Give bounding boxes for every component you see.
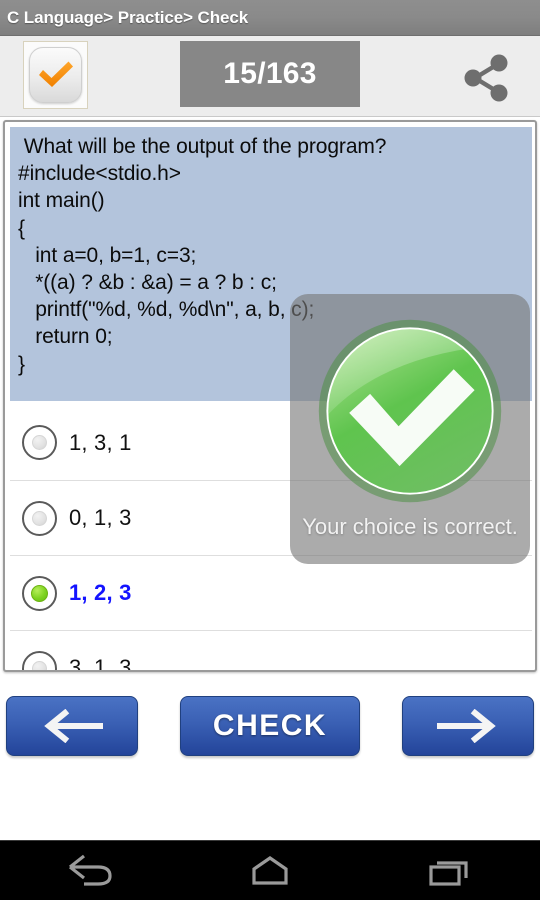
previous-question-button[interactable] — [6, 696, 138, 756]
green-check-circle-icon — [318, 319, 502, 503]
app-icon-button[interactable] — [23, 41, 88, 109]
answer-option-label: 0, 1, 3 — [69, 505, 132, 530]
check-button-label: CHECK — [212, 709, 328, 742]
arrow-left-icon — [44, 709, 103, 743]
counter-text: 15/163 — [223, 57, 317, 90]
answer-option-label: 1, 2, 3 — [69, 580, 132, 605]
radio-dot-icon — [32, 435, 47, 450]
question-counter: 15/163 — [180, 41, 360, 107]
radio-button-2[interactable] — [22, 575, 57, 611]
code-line: { — [18, 216, 25, 240]
nav-recents-button[interactable] — [360, 841, 540, 900]
share-button[interactable] — [450, 50, 522, 106]
action-bar: 15/163 — [0, 36, 540, 117]
recents-icon — [429, 860, 468, 886]
answer-option-label: 3, 1, 3 — [69, 655, 132, 672]
radio-button-3[interactable] — [22, 650, 57, 670]
home-icon — [252, 855, 288, 885]
share-icon — [464, 54, 508, 102]
arrow-right-icon — [437, 709, 496, 743]
radio-dot-icon — [31, 584, 48, 602]
check-answer-button[interactable]: CHECK — [180, 696, 360, 756]
back-icon — [69, 854, 112, 886]
orange-check-icon — [29, 47, 82, 103]
radio-dot-icon — [32, 660, 47, 670]
code-line: int main() — [18, 189, 105, 213]
app-screen: C Language> Practice> Check 15/163 What … — [0, 0, 540, 900]
next-question-button[interactable] — [402, 696, 534, 756]
nav-back-button[interactable] — [0, 841, 180, 900]
radio-dot-icon — [32, 510, 47, 526]
nav-home-button[interactable] — [180, 841, 360, 900]
code-line: int a=0, b=1, c=3; — [18, 243, 197, 267]
android-nav-bar — [0, 840, 540, 900]
title-bar: C Language> Practice> Check — [0, 0, 540, 36]
answer-option-label: 1, 3, 1 — [69, 429, 132, 455]
question-prompt: What will be the output of the program? — [18, 135, 387, 158]
toast-message: Your choice is correct. — [302, 514, 518, 539]
navigation-button-bar: CHECK — [0, 696, 540, 760]
code-line: #include<stdio.h> — [18, 162, 181, 186]
answer-option-2[interactable]: 1, 2, 3 — [10, 555, 532, 630]
radio-button-0[interactable] — [22, 425, 57, 460]
radio-button-1[interactable] — [22, 500, 57, 536]
breadcrumb: C Language> Practice> Check — [7, 7, 249, 27]
code-line: *((a) ? &b : &a) = a ? b : c; — [18, 271, 277, 295]
answer-option-3[interactable]: 3, 1, 3 — [10, 630, 532, 672]
result-toast: Your choice is correct. — [290, 294, 530, 564]
